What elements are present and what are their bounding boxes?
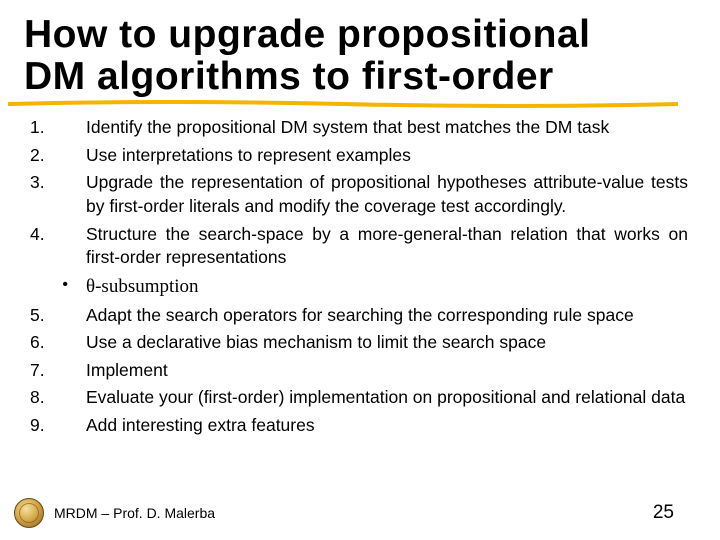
title-underline-decoration [8, 100, 678, 108]
item-number: 1. [24, 116, 86, 140]
item-text: Identify the propositional DM system tha… [86, 116, 688, 140]
footer-left: MRDM – Prof. D. Malerba [14, 498, 215, 528]
seal-icon [14, 498, 44, 528]
item-number: 5. [24, 304, 86, 328]
item-text: Add interesting extra features [86, 414, 688, 438]
numbered-list: 1. Identify the propositional DM system … [24, 116, 688, 438]
list-item: 8. Evaluate your (first-order) implement… [24, 386, 688, 410]
list-item: 9. Add interesting extra features [24, 414, 688, 438]
footer-text: MRDM – Prof. D. Malerba [54, 505, 215, 521]
bullet-icon: • [24, 274, 86, 300]
item-number: 4. [24, 223, 86, 270]
slide-footer: MRDM – Prof. D. Malerba 25 [0, 498, 720, 528]
slide: How to upgrade propositional DM algorith… [0, 0, 720, 540]
item-number: 9. [24, 414, 86, 438]
page-number: 25 [653, 502, 674, 524]
item-text: Upgrade the representation of propositio… [86, 171, 688, 218]
item-number: 7. [24, 359, 86, 383]
list-item: 2. Use interpretations to represent exam… [24, 144, 688, 168]
list-item: 1. Identify the propositional DM system … [24, 116, 688, 140]
title-line-1: How to upgrade propositional [24, 13, 590, 56]
item-number: 8. [24, 386, 86, 410]
item-text: Structure the search-space by a more-gen… [86, 223, 688, 270]
list-item: 5. Adapt the search operators for search… [24, 304, 688, 328]
item-text: Adapt the search operators for searching… [86, 304, 688, 328]
item-number: 3. [24, 171, 86, 218]
sub-list-item: • θ-subsumption [24, 274, 688, 300]
list-item: 3. Upgrade the representation of proposi… [24, 171, 688, 218]
slide-title: How to upgrade propositional DM algorith… [24, 14, 688, 98]
item-text: Implement [86, 359, 688, 383]
list-item: 6. Use a declarative bias mechanism to l… [24, 331, 688, 355]
item-number: 2. [24, 144, 86, 168]
item-text: Use interpretations to represent example… [86, 144, 688, 168]
list-item: 7. Implement [24, 359, 688, 383]
list-item: 4. Structure the search-space by a more-… [24, 223, 688, 270]
item-number: 6. [24, 331, 86, 355]
item-text: Evaluate your (first-order) implementati… [86, 386, 688, 410]
item-text: Use a declarative bias mechanism to limi… [86, 331, 688, 355]
sub-item-text: θ-subsumption [86, 274, 199, 300]
title-line-2: DM algorithms to first-order [24, 55, 554, 98]
